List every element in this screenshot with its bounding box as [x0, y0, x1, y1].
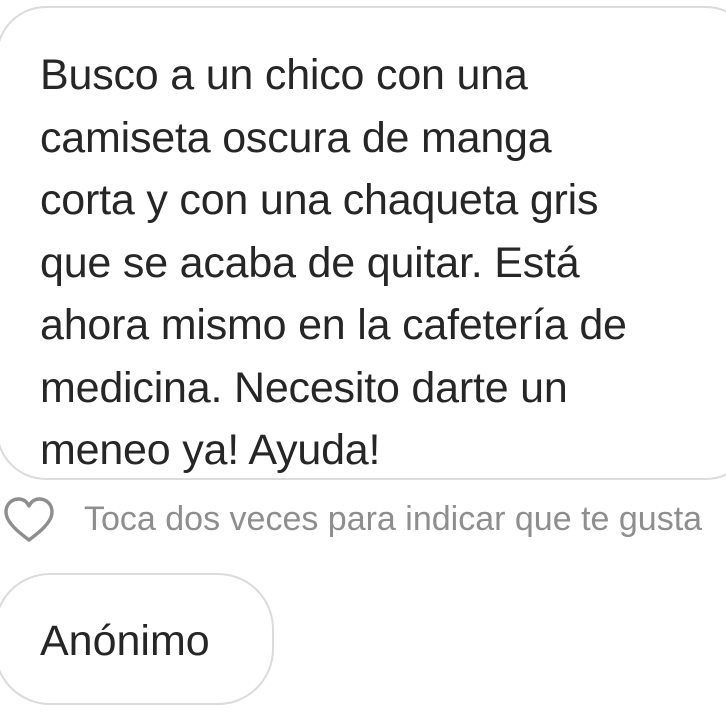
like-hint: Toca dos veces para indicar que te gusta	[84, 500, 703, 538]
like-row[interactable]: Toca dos veces para indicar que te gusta	[0, 494, 726, 550]
message-text: Busco a un chico con una camiseta oscura…	[40, 51, 627, 474]
heart-outline-icon[interactable]	[2, 496, 56, 544]
sender-name: Anónimo	[40, 617, 210, 665]
